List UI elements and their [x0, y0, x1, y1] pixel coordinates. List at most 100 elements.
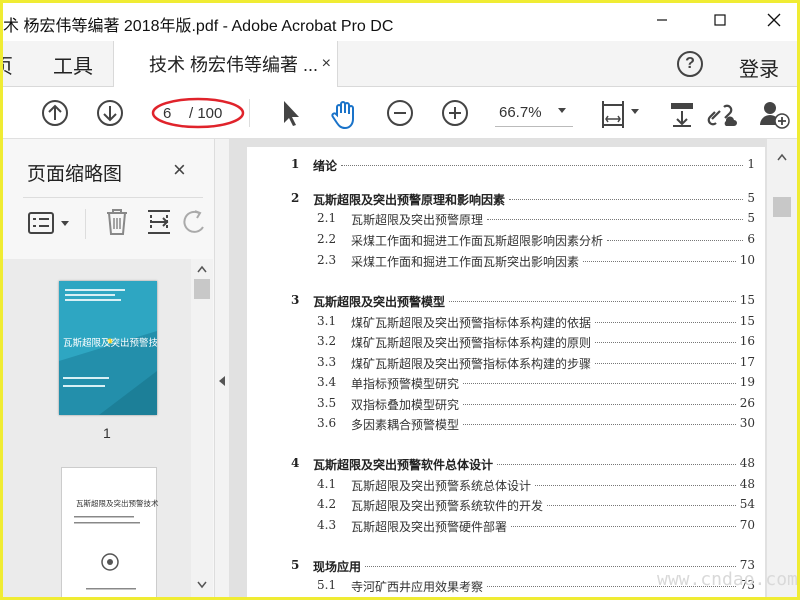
toc-page-number: 54	[739, 497, 755, 511]
toc-row[interactable]: 3.2 煤矿瓦斯超限及突出预警指标体系构建的原则 16	[247, 334, 765, 352]
tab-document[interactable]: 技术 杨宏伟等编著 ... ×	[113, 41, 338, 87]
toc-number: 5	[291, 558, 300, 572]
minimize-button[interactable]	[639, 3, 685, 37]
previous-page-icon[interactable]	[41, 99, 69, 127]
toc-leader	[535, 485, 736, 486]
toc-page-number: 26	[739, 396, 755, 410]
red-annotation-ellipse	[151, 97, 245, 129]
maximize-button[interactable]	[697, 3, 743, 37]
toc-row[interactable]: 2.2 采煤工作面和掘进工作面瓦斯超限影响因素分析 6	[247, 232, 765, 250]
toc-number: 3	[291, 293, 300, 307]
toc-title: 瓦斯超限及突出预警硬件部署	[351, 520, 508, 534]
toc-leader	[341, 165, 743, 166]
close-window-button[interactable]	[751, 3, 797, 37]
toc-page-number: 17	[739, 355, 755, 369]
toc-page-number: 5	[747, 191, 755, 205]
toc-row[interactable]: 4.2 瓦斯超限及突出预警系统软件的开发 54	[247, 497, 765, 515]
delete-page-icon[interactable]	[103, 207, 131, 237]
toc-row[interactable]: 2 瓦斯超限及突出预警原理和影响因素 5	[247, 191, 765, 209]
tab-home-label: 页	[3, 50, 13, 79]
close-icon	[767, 13, 781, 27]
toc-row[interactable]: 4.1 瓦斯超限及突出预警系统总体设计 48	[247, 477, 765, 495]
thumbnail-options-icon[interactable]	[27, 209, 75, 237]
publisher-logo-icon	[101, 553, 119, 571]
toc-number: 2	[291, 191, 300, 205]
toc-row[interactable]: 3.4 单指标预警模型研究 19	[247, 375, 765, 393]
toc-title: 瓦斯超限及突出预警系统总体设计	[351, 479, 532, 493]
thumbnails-scrollbar[interactable]	[191, 259, 213, 597]
thumbnail-label-1: 1	[103, 425, 111, 441]
tab-document-label: 技术 杨宏伟等编著 ...	[149, 55, 319, 75]
thumbnail-list: 瓦斯超限及突出预警技术 1 瓦斯超限及突出预警技术	[3, 259, 191, 597]
toc-row[interactable]: 3.3 煤矿瓦斯超限及突出预警指标体系构建的步骤 17	[247, 355, 765, 373]
window-title: 术 杨宏伟等编著 2018年版.pdf - Adobe Acrobat Pro …	[3, 18, 394, 35]
chevron-down-icon	[558, 108, 566, 113]
toc-number: 5.1	[317, 578, 337, 592]
toolbar: / 100 66.7%	[3, 87, 797, 139]
toc-title: 煤矿瓦斯超限及突出预警指标体系构建的步骤	[351, 357, 592, 371]
toc-number: 2.3	[317, 253, 337, 267]
page-display-icon[interactable]	[599, 99, 643, 129]
toc-number: 4	[291, 456, 300, 470]
toc-leader	[365, 566, 736, 567]
select-cursor-icon[interactable]	[279, 99, 303, 129]
tab-close-button[interactable]: ×	[322, 55, 331, 73]
page-thumbnail-2[interactable]: 瓦斯超限及突出预警技术	[61, 467, 159, 597]
toc-leader	[463, 404, 736, 405]
toc-row[interactable]: 4.3 瓦斯超限及突出预警硬件部署 70	[247, 518, 765, 536]
panel-title: 页面缩略图	[27, 164, 123, 185]
publisher-line	[86, 588, 136, 590]
panel-close-button[interactable]: ×	[173, 157, 186, 183]
zoom-in-icon[interactable]	[441, 99, 469, 127]
toc-number: 3.3	[317, 355, 337, 369]
toc-title: 瓦斯超限及突出预警原理和影响因素	[313, 193, 506, 207]
toc-row[interactable]: 3.1 煤矿瓦斯超限及突出预警指标体系构建的依据 15	[247, 314, 765, 332]
toc-page-number: 15	[739, 314, 755, 328]
toc-leader	[595, 342, 736, 343]
collapse-panel-icon[interactable]	[217, 375, 227, 387]
crop-pages-icon[interactable]	[145, 207, 173, 237]
toc-title: 瓦斯超限及突出预警软件总体设计	[313, 458, 494, 472]
scroll-up-icon[interactable]	[197, 265, 207, 273]
tab-home[interactable]: 页 工具	[3, 41, 108, 87]
toc-row[interactable]: 3.5 双指标叠加模型研究 26	[247, 396, 765, 414]
toc-page-number: 6	[747, 232, 755, 246]
toc-title: 采煤工作面和掘进工作面瓦斯超限影响因素分析	[351, 234, 604, 248]
login-button[interactable]: 登录	[739, 53, 779, 82]
title-bar: 术 杨宏伟等编著 2018年版.pdf - Adobe Acrobat Pro …	[3, 3, 797, 41]
document-scrollbar[interactable]	[767, 139, 797, 597]
next-page-icon[interactable]	[96, 99, 124, 127]
download-tool-icon[interactable]	[667, 99, 697, 129]
toc-row[interactable]: 3.6 多因素耦合预警模型 30	[247, 416, 765, 434]
panel-splitter[interactable]	[215, 139, 229, 597]
toc-row[interactable]: 4 瓦斯超限及突出预警软件总体设计 48	[247, 456, 765, 474]
zoom-select[interactable]: 66.7%	[495, 99, 573, 127]
toc-number: 3.6	[317, 416, 337, 430]
cover-title: 瓦斯超限及突出预警技术	[63, 338, 157, 349]
toc-number: 3.4	[317, 375, 337, 389]
scroll-thumb[interactable]	[773, 197, 791, 217]
toc-row[interactable]: 2.3 采煤工作面和掘进工作面瓦斯突出影响因素 10	[247, 253, 765, 271]
help-button[interactable]: ?	[677, 51, 703, 77]
page-thumbnail-1[interactable]: 瓦斯超限及突出预警技术	[59, 281, 157, 415]
rotate-page-icon[interactable]	[183, 209, 207, 237]
zoom-value: 66.7%	[499, 104, 542, 121]
zoom-out-icon[interactable]	[386, 99, 414, 127]
page-navigator: / 100	[151, 97, 245, 129]
toc-row[interactable]: 1 绪论 1	[247, 157, 765, 175]
scroll-thumb[interactable]	[194, 279, 210, 299]
toc-row[interactable]: 2.1 瓦斯超限及突出预警原理 5	[247, 211, 765, 229]
tab-tools[interactable]: 工具	[53, 50, 93, 79]
scroll-up-icon[interactable]	[777, 153, 787, 161]
add-user-icon[interactable]	[758, 99, 792, 131]
document-view[interactable]: 1 绪论 1 2 瓦斯超限及突出预警原理和影响因素 5 2.1 瓦斯超限及突出预警原理 5 2.2…	[229, 139, 797, 597]
hand-tool-icon[interactable]	[329, 99, 361, 131]
scroll-down-icon[interactable]	[197, 581, 207, 589]
toc-row[interactable]: 3 瓦斯超限及突出预警模型 15	[247, 293, 765, 311]
share-link-icon[interactable]	[706, 99, 740, 129]
inner-title: 瓦斯超限及突出预警技术	[76, 499, 159, 508]
toc-leader	[497, 464, 736, 465]
panel-divider	[23, 197, 203, 198]
panel-toolbar-divider	[85, 209, 86, 239]
toc-page-number: 1	[747, 157, 755, 171]
